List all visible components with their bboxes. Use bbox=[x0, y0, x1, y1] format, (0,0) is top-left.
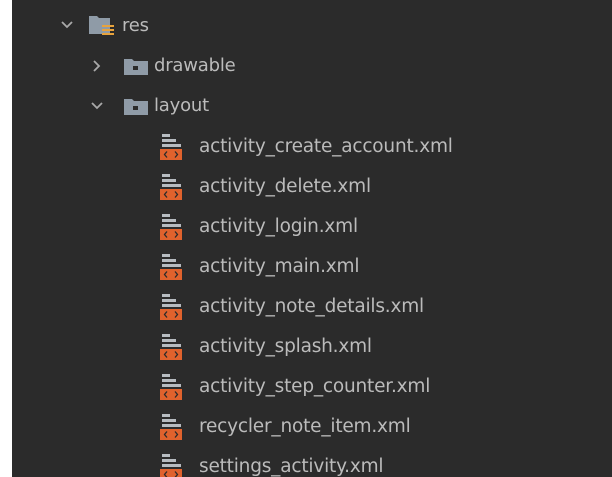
project-tool-window: res drawable layout activity_create_acco… bbox=[12, 0, 612, 477]
tree-node-label: res bbox=[122, 15, 149, 36]
file-name: activity_main.xml bbox=[199, 256, 360, 277]
file-name: activity_splash.xml bbox=[199, 336, 372, 357]
tree-file-item[interactable]: activity_login.xml bbox=[12, 207, 612, 247]
folder-icon bbox=[124, 58, 148, 76]
tree-node-label: drawable bbox=[154, 55, 236, 76]
layout-xml-file-icon bbox=[160, 374, 184, 400]
layout-xml-file-icon bbox=[160, 294, 184, 320]
tree-file-item[interactable]: activity_main.xml bbox=[12, 247, 612, 287]
tree-file-item[interactable]: activity_create_account.xml bbox=[12, 127, 612, 167]
tree-file-item[interactable]: activity_delete.xml bbox=[12, 167, 612, 207]
layout-xml-file-icon bbox=[160, 134, 184, 160]
layout-xml-file-icon bbox=[160, 414, 184, 440]
tree-file-item[interactable]: activity_note_details.xml bbox=[12, 287, 612, 327]
tree-file-item[interactable]: recycler_note_item.xml bbox=[12, 407, 612, 447]
layout-xml-file-icon bbox=[160, 174, 184, 200]
tree-file-item[interactable]: activity_splash.xml bbox=[12, 327, 612, 367]
tree-file-item[interactable]: settings_activity.xml bbox=[12, 447, 612, 477]
tree-file-item[interactable]: activity_step_counter.xml bbox=[12, 367, 612, 407]
file-name: recycler_note_item.xml bbox=[199, 416, 411, 437]
file-name: activity_login.xml bbox=[199, 216, 358, 237]
layout-xml-file-icon bbox=[160, 454, 184, 477]
file-name: activity_delete.xml bbox=[199, 176, 371, 197]
file-name: activity_note_details.xml bbox=[199, 296, 424, 317]
layout-xml-file-icon bbox=[160, 214, 184, 240]
chevron-down-icon[interactable] bbox=[60, 18, 74, 32]
tree-node-label: layout bbox=[154, 95, 209, 116]
tree-node-res[interactable]: res bbox=[12, 5, 612, 45]
tree-node-layout[interactable]: layout bbox=[12, 86, 612, 126]
chevron-down-icon[interactable] bbox=[90, 99, 104, 113]
file-name: settings_activity.xml bbox=[199, 456, 384, 477]
file-name: activity_step_counter.xml bbox=[199, 376, 431, 397]
layout-xml-file-icon bbox=[160, 254, 184, 280]
layout-xml-file-icon bbox=[160, 334, 184, 360]
tree-node-drawable[interactable]: drawable bbox=[12, 46, 612, 86]
file-name: activity_create_account.xml bbox=[199, 136, 453, 157]
resource-folder-icon bbox=[88, 14, 118, 38]
folder-icon bbox=[124, 98, 148, 116]
chevron-right-icon[interactable] bbox=[90, 59, 104, 73]
